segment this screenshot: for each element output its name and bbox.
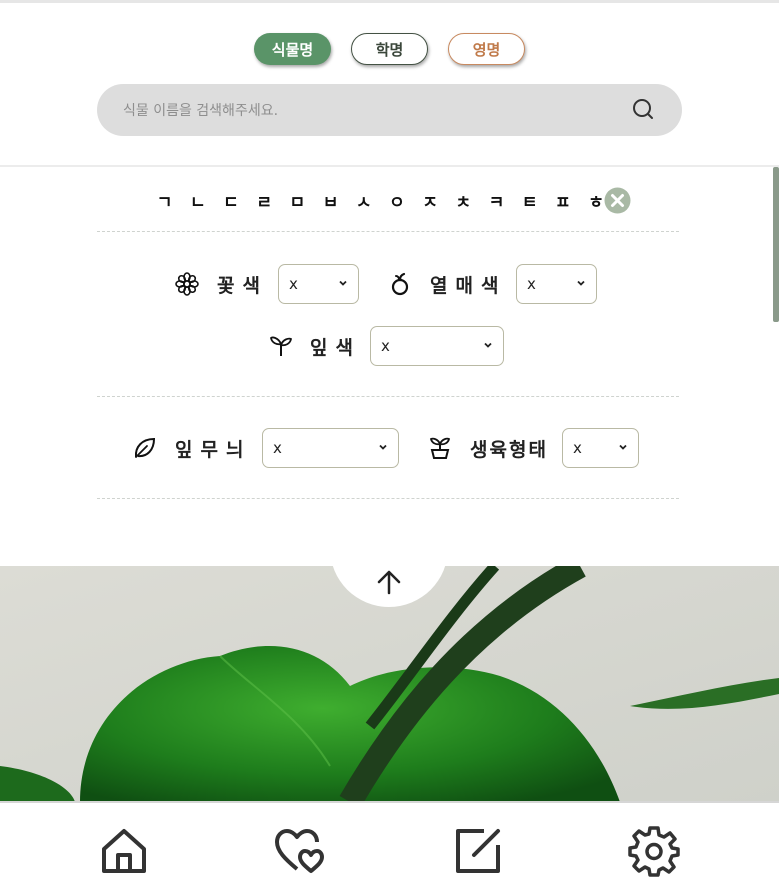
- leaf-color-label: 잎색: [310, 336, 361, 359]
- close-circle-icon[interactable]: [604, 187, 631, 214]
- search-icon[interactable]: [631, 97, 657, 123]
- flower-icon: [175, 272, 199, 296]
- leaf-icon: [134, 437, 156, 458]
- chevron-down-icon: [379, 444, 387, 450]
- consonant-item[interactable]: ㄱ: [148, 188, 181, 213]
- tab-english-name[interactable]: 영명: [448, 33, 525, 65]
- dashed-divider: [97, 231, 679, 232]
- consonant-item[interactable]: ㄹ: [248, 188, 281, 213]
- flower-color-label: 꽃색: [217, 274, 268, 297]
- arrow-up-icon: [377, 570, 401, 595]
- consonant-item[interactable]: ㅁ: [281, 188, 314, 213]
- sprout-icon: [270, 336, 293, 356]
- consonant-item[interactable]: ㄷ: [214, 188, 247, 213]
- dashed-divider: [97, 498, 679, 499]
- consonant-item[interactable]: ㅌ: [513, 188, 546, 213]
- gear-icon[interactable]: [628, 825, 680, 877]
- leaf-color-select[interactable]: x: [370, 326, 504, 366]
- consonant-item[interactable]: ㅂ: [314, 188, 347, 213]
- dashed-divider: [97, 396, 679, 397]
- consonant-item[interactable]: ㄴ: [181, 188, 214, 213]
- chevron-down-icon: [484, 342, 492, 348]
- fruit-color-label: 열매색: [430, 274, 507, 297]
- consonant-item[interactable]: ㅇ: [380, 188, 413, 213]
- leaf-pattern-label: 잎무늬: [175, 438, 252, 461]
- chevron-down-icon: [339, 280, 347, 286]
- select-value: x: [573, 439, 582, 457]
- fruit-color-select[interactable]: x: [516, 264, 597, 304]
- select-value: x: [381, 337, 390, 355]
- select-value: x: [273, 439, 282, 457]
- chevron-down-icon: [577, 280, 585, 286]
- fruit-icon: [391, 272, 409, 296]
- select-value: x: [527, 275, 536, 293]
- filter-panel: ㄱ ㄴ ㄷ ㄹ ㅁ ㅂ ㅅ ㅇ ㅈ ㅊ ㅋ ㅌ ㅍ ㅎ 꽃색 x 열매색 x 잎…: [0, 167, 779, 515]
- consonant-index: ㄱ ㄴ ㄷ ㄹ ㅁ ㅂ ㅅ ㅇ ㅈ ㅊ ㅋ ㅌ ㅍ ㅎ: [148, 187, 613, 213]
- tab-korean-name[interactable]: 식물명: [254, 33, 331, 65]
- consonant-item[interactable]: ㅋ: [480, 188, 513, 213]
- select-value: x: [289, 275, 298, 293]
- consonant-item[interactable]: ㅈ: [414, 188, 447, 213]
- home-icon[interactable]: [98, 825, 150, 877]
- hearts-icon[interactable]: [275, 825, 327, 877]
- consonant-item[interactable]: ㅍ: [546, 188, 579, 213]
- consonant-item[interactable]: ㅊ: [447, 188, 480, 213]
- leaf-pattern-select[interactable]: x: [262, 428, 399, 468]
- tab-scientific-name[interactable]: 학명: [351, 33, 428, 65]
- edit-icon[interactable]: [452, 825, 504, 877]
- growth-form-label: 생육형태: [470, 438, 548, 461]
- search-bar: [97, 84, 682, 138]
- search-input[interactable]: [121, 84, 625, 138]
- search-header: 식물명 학명 영명: [0, 3, 779, 165]
- panel-scrollbar[interactable]: [773, 167, 779, 322]
- consonant-item[interactable]: ㅅ: [347, 188, 380, 213]
- bottom-nav: [0, 803, 779, 885]
- growth-form-select[interactable]: x: [562, 428, 639, 468]
- chevron-down-icon: [619, 444, 627, 450]
- flower-color-select[interactable]: x: [278, 264, 359, 304]
- seedling-pot-icon: [429, 437, 451, 459]
